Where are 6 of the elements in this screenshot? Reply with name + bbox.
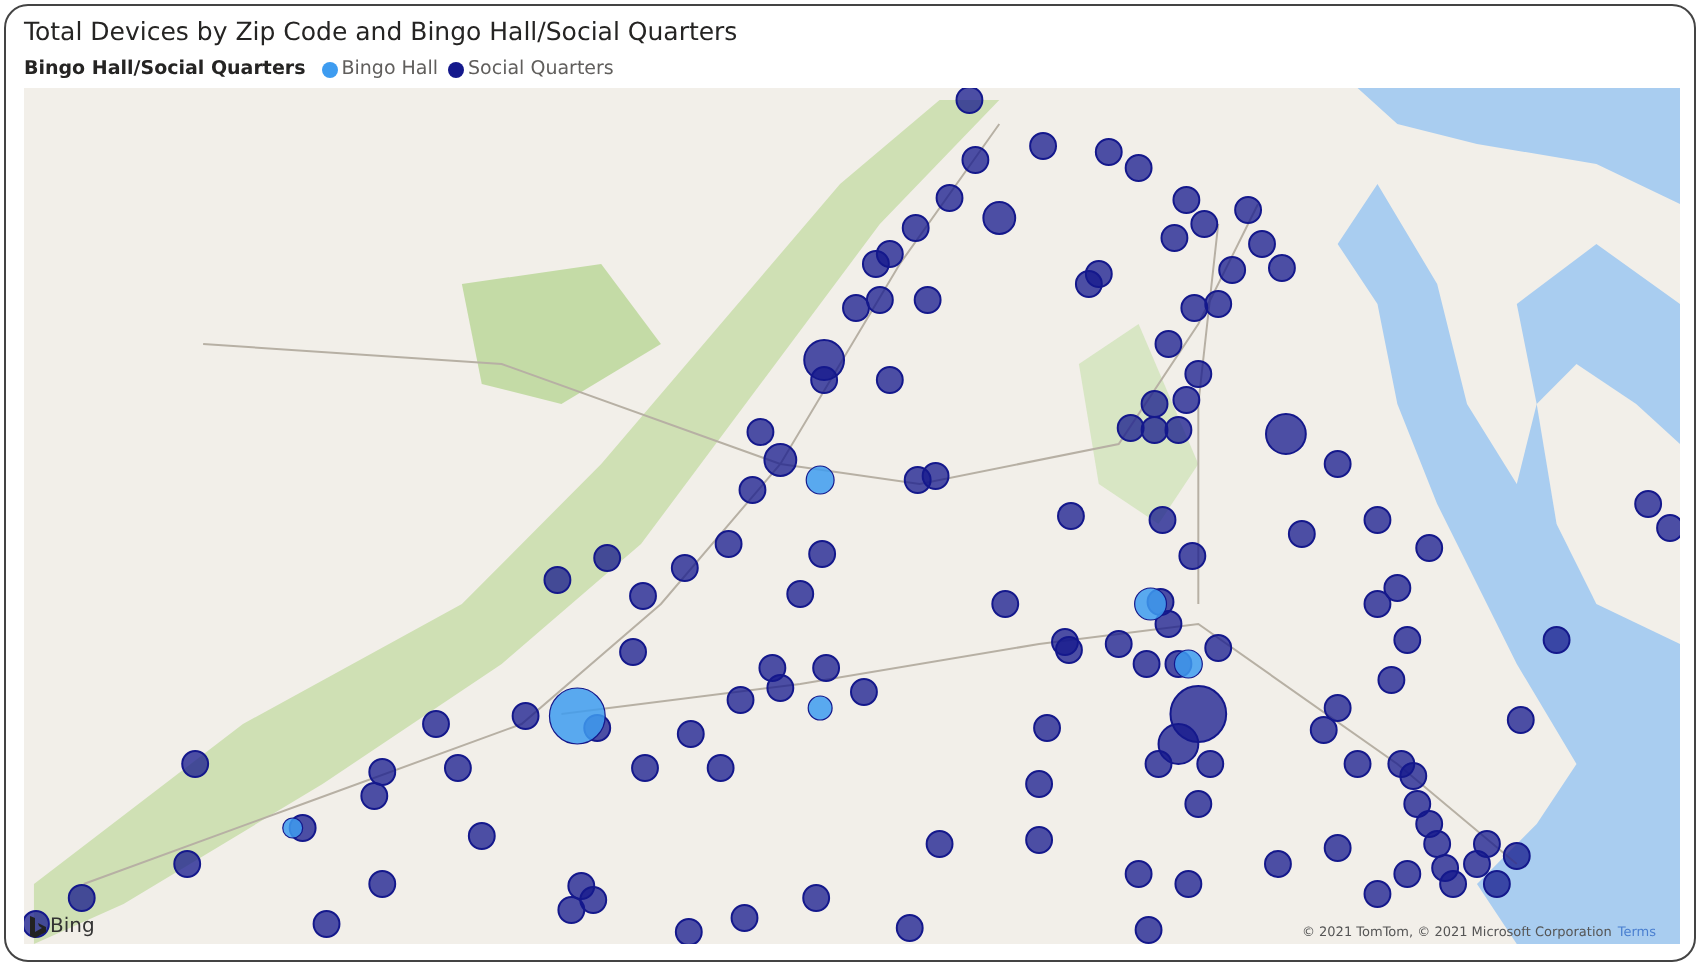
legend-label[interactable]: Social Quarters [468,58,614,80]
chart-title: Total Devices by Zip Code and Bingo Hall/Social Quarters [24,16,740,46]
legend-title: Bingo Hall/Social Quarters [24,58,306,80]
legend-label[interactable]: Bingo Hall [341,58,439,80]
bing-logo-icon [30,916,46,938]
map-logo-text: Bing [50,916,95,938]
